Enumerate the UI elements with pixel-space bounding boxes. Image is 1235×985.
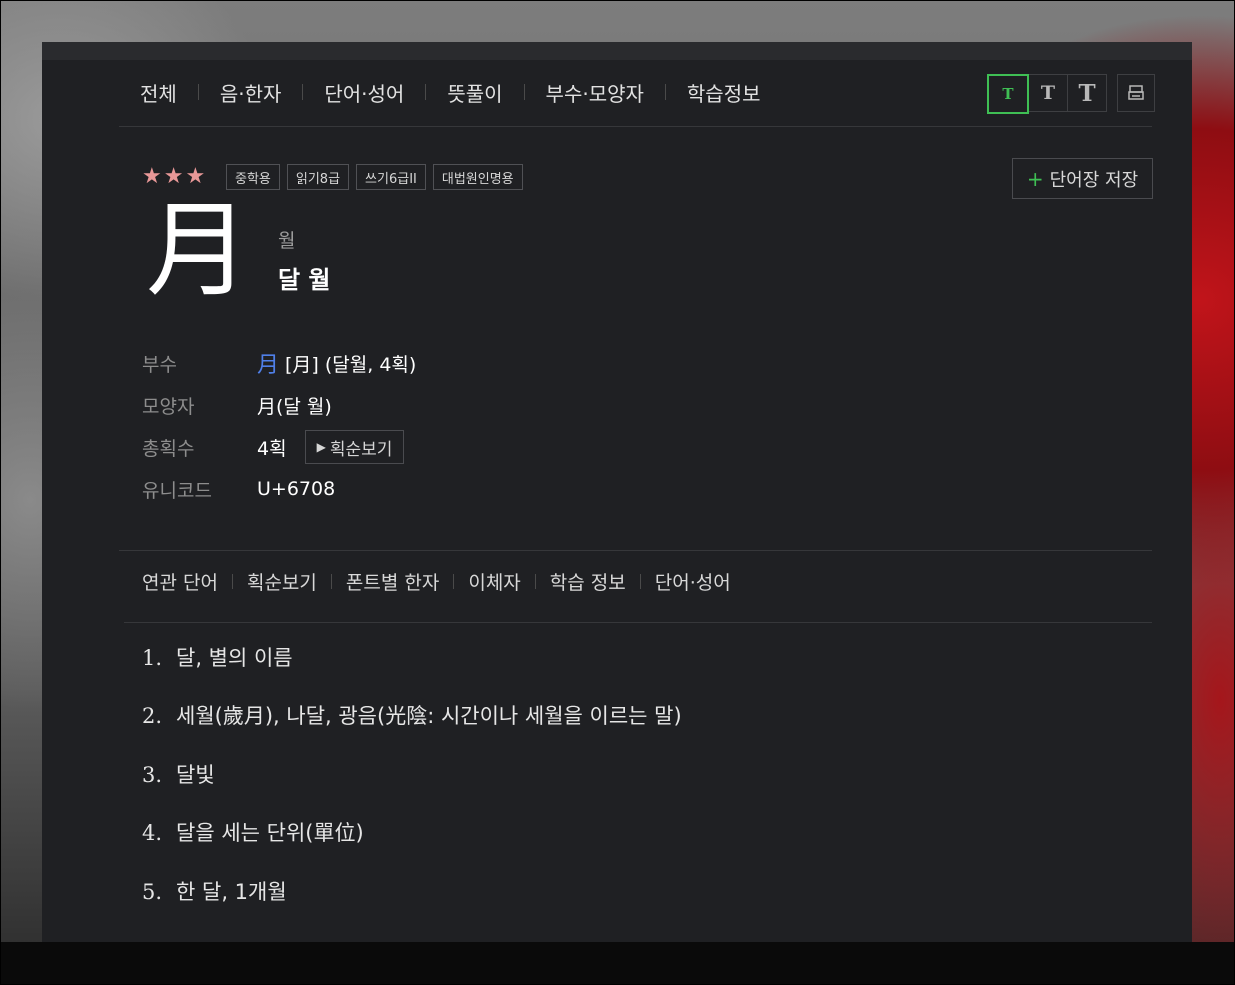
nav-divider: [197, 84, 199, 100]
shape-value: 月(달 월): [257, 395, 332, 418]
subnav-divider: [330, 574, 332, 589]
subnav-variants[interactable]: 이체자: [468, 568, 520, 595]
subnav-divider: [231, 574, 233, 589]
level-tags: 중학용 읽기8급 쓰기6급II 대법원인명용: [226, 164, 523, 190]
font-size-small-button[interactable]: T: [987, 74, 1029, 114]
dictionary-panel: 전체 음·한자 단어·성어 뜻풀이 부수·모양자 학습정보 T T T ★★★: [42, 42, 1192, 942]
definition-number: 2.: [142, 704, 163, 728]
info-row-strokes: 총획수 4획 ▶ 획순보기: [142, 430, 405, 464]
nav-all[interactable]: 전체: [140, 78, 177, 107]
nav-divider: [425, 84, 427, 100]
play-icon: ▶: [316, 440, 326, 454]
definition-item: 3. 달빛: [142, 759, 215, 789]
radical-link[interactable]: 月: [257, 347, 279, 379]
strokes-value: 4획: [257, 437, 287, 460]
font-size-controls: T T T: [987, 74, 1155, 114]
importance-stars: ★★★: [142, 164, 208, 189]
subnav-divider: [534, 574, 536, 589]
definition-number: 5.: [142, 880, 163, 904]
tag-middle-school: 중학용: [226, 164, 280, 190]
plus-icon: +: [1026, 166, 1044, 191]
save-to-wordbook-button[interactable]: + 단어장 저장: [1012, 158, 1153, 199]
tag-court-name: 대법원인명용: [432, 164, 523, 190]
definition-item: 2. 세월(歲月), 나달, 광음(光陰: 시간이나 세월을 이르는 말): [142, 700, 682, 730]
print-icon: [1128, 85, 1144, 100]
definition-item: 5. 한 달, 1개월: [142, 876, 287, 906]
shape-label: 모양자: [142, 395, 195, 418]
definition-text: 한 달, 1개월: [176, 880, 287, 904]
section-subnav: 연관 단어 획순보기 폰트별 한자 이체자 학습 정보 단어·성어: [142, 568, 731, 595]
info-row-radical: 부수 月 [月] (달월, 4획): [142, 346, 416, 380]
definition-number: 3.: [142, 763, 163, 787]
hanja-meaning: 달 월: [278, 266, 331, 294]
definition-text: 달, 별의 이름: [176, 646, 293, 670]
subnav-words-idioms[interactable]: 단어·성어: [655, 568, 731, 595]
tag-reading-level: 읽기8급: [286, 164, 350, 190]
subnav-related-words[interactable]: 연관 단어: [142, 568, 218, 595]
top-nav: 전체 음·한자 단어·성어 뜻풀이 부수·모양자 학습정보: [140, 72, 761, 112]
nav-divider-line: [119, 126, 1152, 127]
nav-study-info[interactable]: 학습정보: [687, 78, 761, 107]
definition-item: 4. 달을 세는 단위(單位): [142, 817, 364, 847]
save-button-label: 단어장 저장: [1049, 169, 1139, 191]
strokes-label: 총획수: [142, 437, 195, 460]
subnav-stroke-order[interactable]: 획순보기: [247, 568, 317, 595]
radical-value: [月] (달월, 4획): [285, 353, 417, 376]
hanja-reading: 월: [278, 230, 296, 252]
subnav-divider-line: [124, 622, 1152, 623]
definition-text: 달빛: [176, 763, 215, 787]
subnav-divider: [453, 574, 455, 589]
definition-number: 4.: [142, 821, 163, 845]
nav-meaning[interactable]: 뜻풀이: [447, 78, 502, 107]
print-button[interactable]: [1117, 74, 1155, 112]
subnav-divider: [639, 574, 641, 589]
font-size-large-button[interactable]: T: [1067, 74, 1107, 112]
unicode-label: 유니코드: [142, 479, 212, 502]
font-size-medium-button[interactable]: T: [1028, 74, 1068, 112]
panel-top-bar: [42, 42, 1192, 60]
nav-radical-shape[interactable]: 부수·모양자: [546, 78, 644, 107]
stroke-order-button[interactable]: ▶ 획순보기: [304, 430, 405, 464]
subnav-fonts[interactable]: 폰트별 한자: [346, 568, 439, 595]
nav-divider: [664, 84, 666, 100]
nav-sound-hanja[interactable]: 음·한자: [220, 78, 282, 107]
tag-writing-level: 쓰기6급II: [356, 164, 426, 190]
hanja-character: 月: [146, 189, 251, 311]
definition-number: 1.: [142, 646, 163, 670]
stroke-order-label: 획순보기: [329, 439, 393, 460]
unicode-value: U+6708: [257, 478, 336, 500]
nav-divider: [523, 84, 525, 100]
radical-label: 부수: [142, 353, 177, 376]
nav-divider: [302, 84, 304, 100]
subnav-study-info[interactable]: 학습 정보: [550, 568, 626, 595]
definition-text: 달을 세는 단위(單位): [176, 821, 364, 845]
definition-item: 1. 달, 별의 이름: [142, 642, 293, 672]
info-row-shape: 모양자 月(달 월): [142, 388, 332, 422]
info-row-unicode: 유니코드 U+6708: [142, 472, 335, 506]
definition-text: 세월(歲月), 나달, 광음(光陰: 시간이나 세월을 이르는 말): [176, 704, 682, 728]
bottom-strip: [0, 942, 1235, 985]
nav-words-idioms[interactable]: 단어·성어: [324, 78, 404, 107]
section-divider: [119, 550, 1152, 551]
